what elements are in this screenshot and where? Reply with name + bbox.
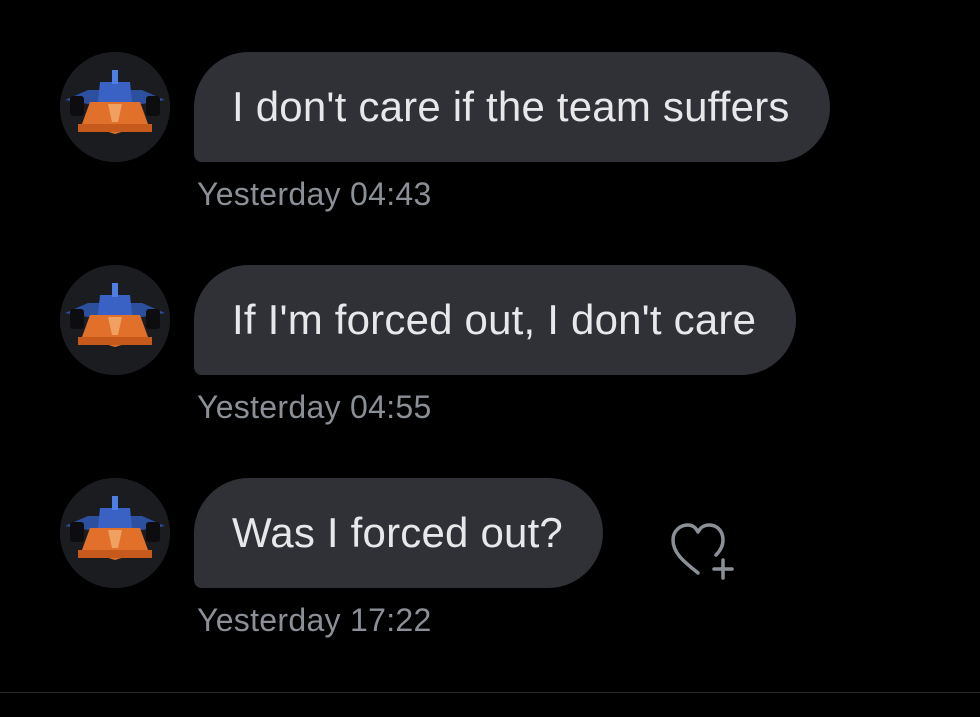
message-timestamp: Yesterday 04:43 [197, 176, 432, 212]
race-car-avatar-icon [60, 478, 170, 588]
message-timestamp: Yesterday 04:55 [197, 389, 432, 425]
message-text: I don't care if the team suffers [232, 83, 790, 130]
avatar[interactable] [60, 478, 170, 588]
race-car-avatar-icon [60, 52, 170, 162]
message-bubble[interactable]: I don't care if the team suffers [194, 52, 830, 162]
divider [0, 692, 980, 693]
message-text: If I'm forced out, I don't care [232, 296, 757, 343]
message-timestamp: Yesterday 17:22 [197, 602, 432, 638]
message-bubble[interactable]: Was I forced out? [194, 478, 603, 588]
avatar[interactable] [60, 265, 170, 375]
message-text: Was I forced out? [232, 509, 563, 556]
heart-add-icon [671, 523, 734, 580]
react-button[interactable] [668, 520, 740, 580]
message-bubble[interactable]: If I'm forced out, I don't care [194, 265, 797, 375]
avatar[interactable] [60, 52, 170, 162]
race-car-avatar-icon [60, 265, 170, 375]
